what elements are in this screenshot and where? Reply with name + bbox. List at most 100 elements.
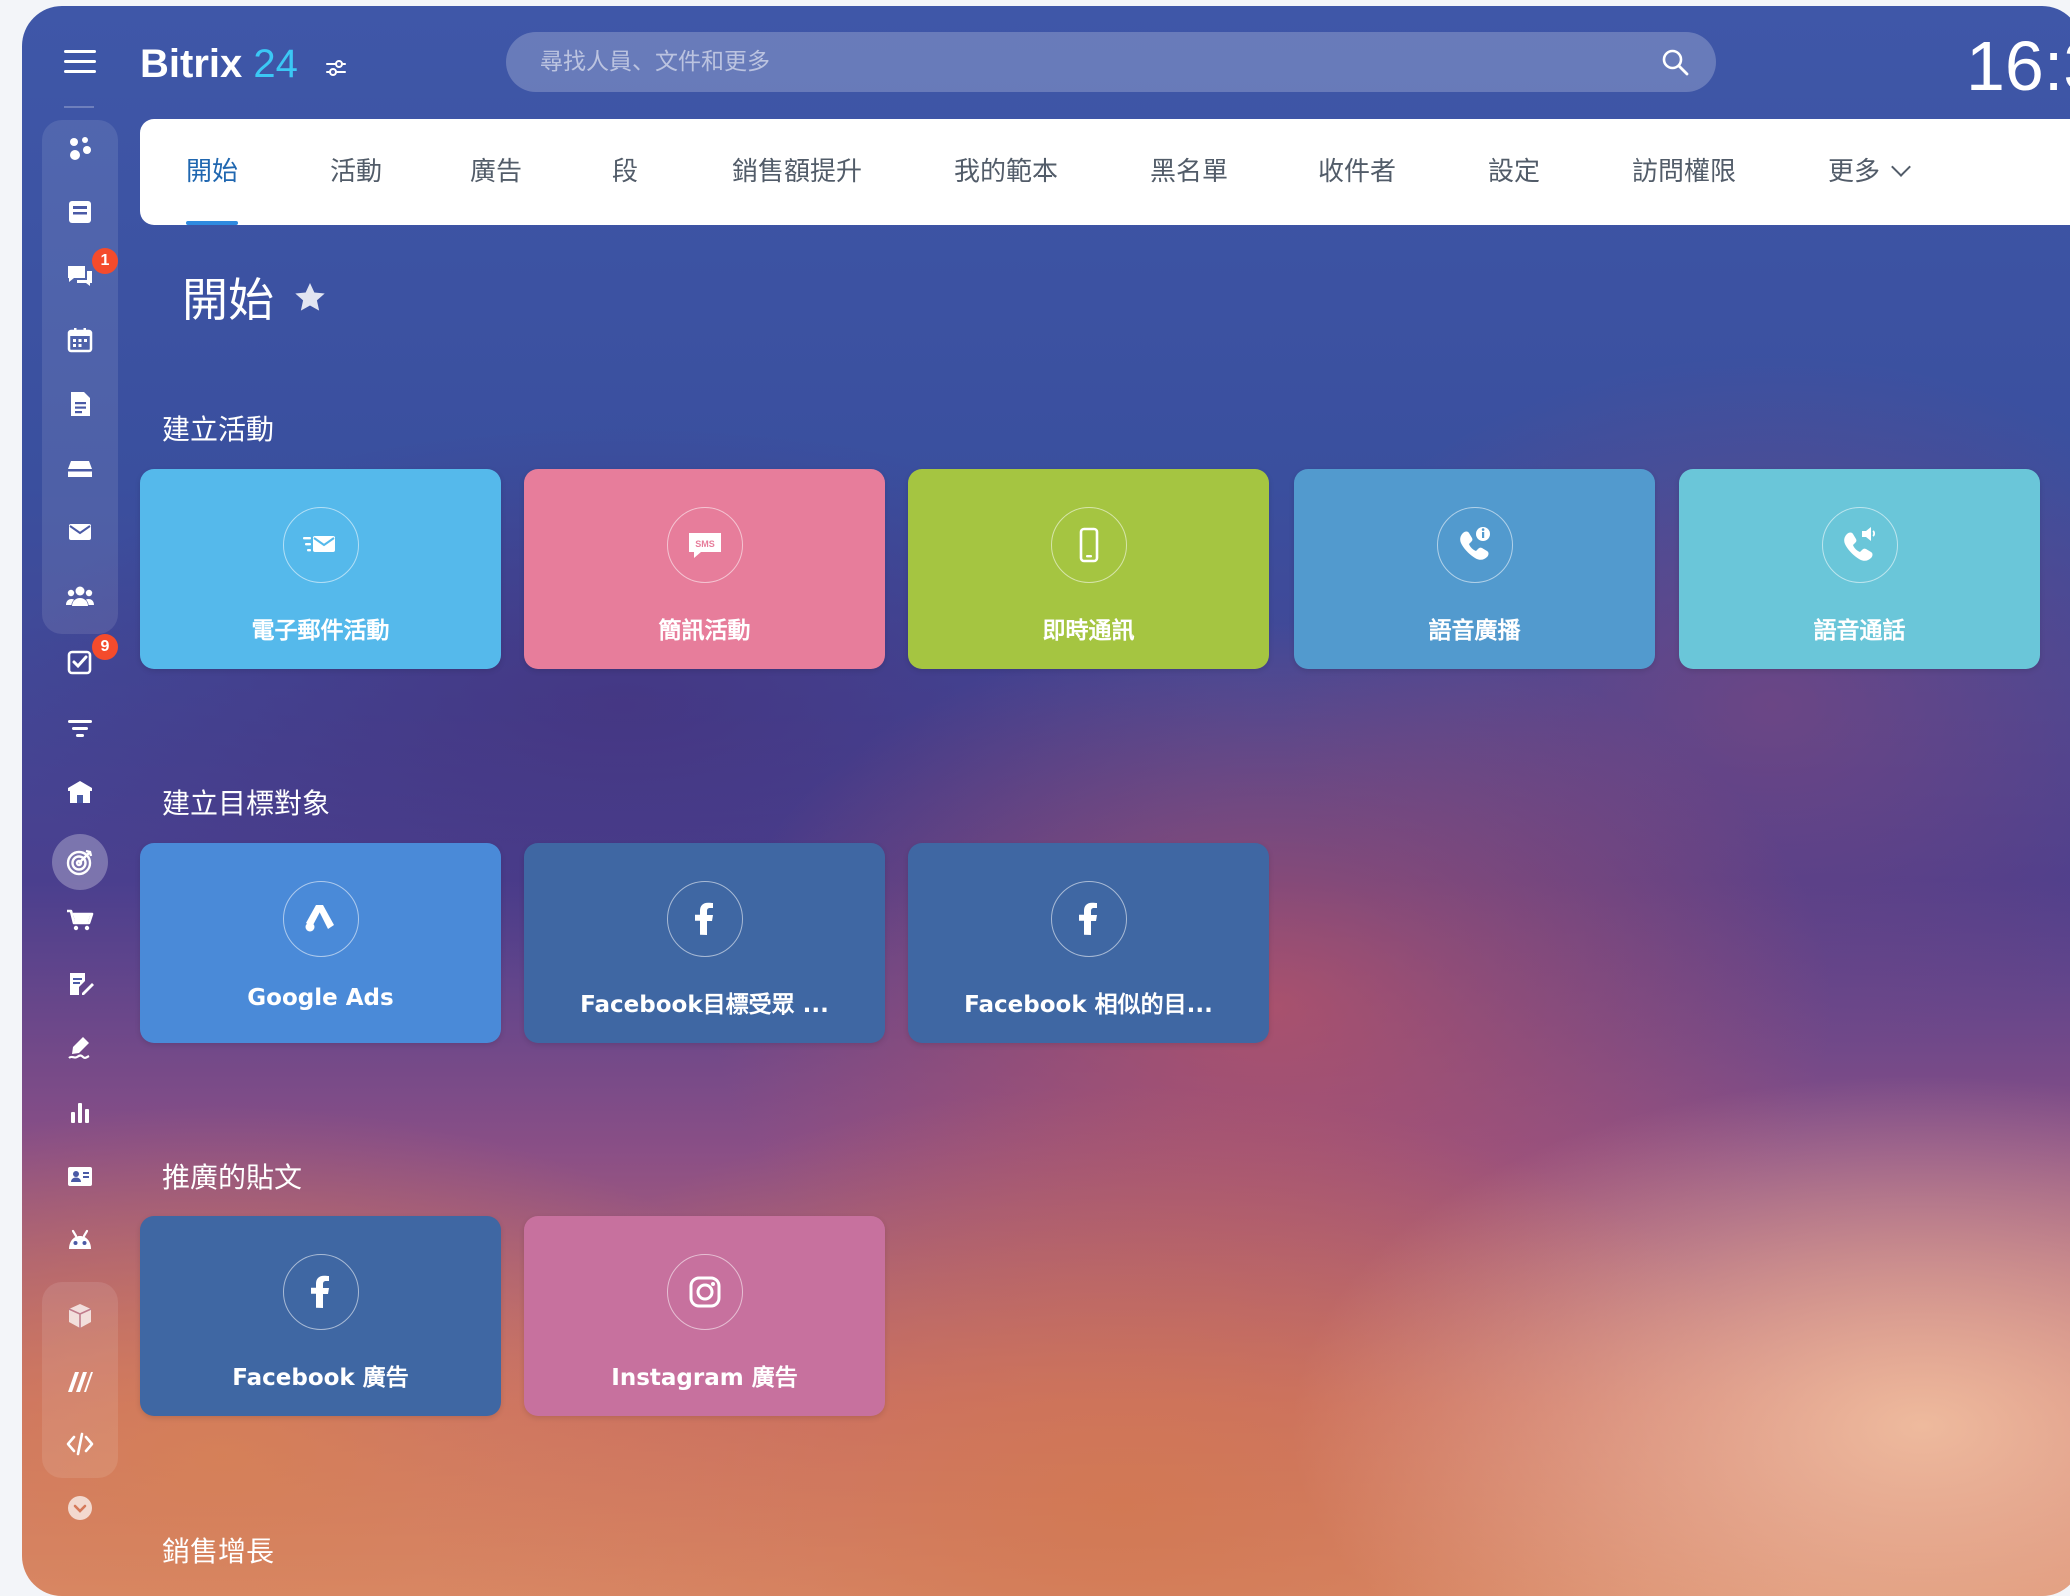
analytics-icon [71, 1103, 89, 1123]
voice-broadcast-icon [1437, 507, 1513, 583]
sms-icon: SMS [667, 507, 743, 583]
section-title-promoted-posts: 推廣的貼文 [162, 1161, 303, 1194]
sidebar-item-documents[interactable] [60, 384, 100, 424]
tab-my-templates[interactable]: 我的範本 [954, 119, 1058, 225]
calendar-icon [67, 328, 93, 353]
sites-icon [68, 1372, 93, 1392]
expand-more-icon [68, 1496, 92, 1520]
svg-text:SMS: SMS [695, 539, 715, 549]
sidebar-item-expand[interactable] [60, 1488, 100, 1528]
tab-settings[interactable]: 設定 [1488, 119, 1540, 225]
tile-label: 語音通話 [1813, 618, 1906, 644]
mail-icon [69, 524, 91, 540]
sidebar-item-calendar[interactable] [60, 320, 100, 360]
search-icon[interactable] [1660, 47, 1690, 77]
collab-icon [69, 201, 91, 223]
sidebar-divider [64, 106, 94, 108]
section-title-sales-growth: 銷售增長 [162, 1535, 275, 1568]
robot-icon [69, 1229, 91, 1249]
marketing-target-icon [66, 849, 93, 876]
instagram-icon [667, 1254, 743, 1330]
page-title: 開始 [182, 273, 274, 327]
tile-label: Facebook目標受眾 ... [580, 992, 829, 1018]
sidebar-item-market[interactable] [60, 1296, 100, 1336]
tile-label: Facebook 廣告 [232, 1365, 409, 1391]
sidebar-item-robots[interactable] [60, 1220, 100, 1260]
tab-sales-boost[interactable]: 銷售額提升 [732, 119, 862, 225]
menu-icon[interactable] [64, 50, 96, 76]
tab-segments[interactable]: 段 [612, 119, 638, 225]
email-campaign-icon [283, 507, 359, 583]
tab-campaigns[interactable]: 活動 [330, 119, 382, 225]
tile-email-campaign[interactable]: 電子郵件活動 [140, 469, 501, 669]
sign-icon [68, 1037, 90, 1059]
facebook-icon [283, 1254, 359, 1330]
sidebar-item-edit[interactable] [60, 964, 100, 1004]
shop-cart-icon [67, 909, 94, 931]
sidebar-item-mail[interactable] [60, 512, 100, 552]
tile-label: 即時通訊 [1042, 618, 1135, 644]
facebook-icon [1051, 881, 1127, 957]
search-input[interactable] [506, 32, 1660, 92]
market-box-icon [68, 1304, 92, 1328]
facebook-icon [667, 881, 743, 957]
sidebar-item-messenger[interactable]: 1 [60, 248, 118, 296]
edit-doc-icon [70, 973, 94, 995]
workgroups-icon [66, 586, 94, 606]
sidebar-item-collab[interactable] [60, 192, 100, 232]
logo-text: Bitrix [140, 42, 243, 86]
messenger-badge: 1 [92, 248, 118, 274]
logo[interactable]: Bitrix 24 [140, 42, 298, 87]
tab-more[interactable]: 更多 [1828, 119, 1911, 225]
search-bar [506, 32, 1716, 92]
tab-access-rights[interactable]: 訪問權限 [1632, 119, 1736, 225]
tab-blacklist[interactable]: 黑名單 [1150, 119, 1228, 225]
contact-card-icon [68, 1167, 92, 1186]
sidebar-item-developer[interactable] [60, 1424, 100, 1464]
tab-ads[interactable]: 廣告 [470, 119, 522, 225]
tile-voice-broadcast[interactable]: 語音廣播 [1294, 469, 1655, 669]
crm-funnel-icon [68, 720, 92, 737]
section-title-create-campaign: 建立活動 [162, 413, 275, 446]
messenger-icon [68, 266, 92, 286]
tile-label: 簡訊活動 [658, 618, 751, 644]
settings-sliders-icon[interactable] [324, 56, 348, 80]
tile-sms-campaign[interactable]: SMS 簡訊活動 [524, 469, 885, 669]
sidebar-item-workgroups[interactable] [60, 576, 100, 616]
sidebar-item-sites[interactable] [60, 1362, 100, 1402]
sidebar-item-contacts[interactable] [60, 1156, 100, 1196]
tab-start[interactable]: 開始 [186, 119, 239, 225]
tile-instant-messaging[interactable]: 即時通訊 [908, 469, 1269, 669]
sidebar-item-analytics[interactable] [60, 1092, 100, 1132]
tab-recipients[interactable]: 收件者 [1318, 119, 1396, 225]
clock: 16:3 [1966, 27, 2070, 105]
tile-google-ads[interactable]: Google Ads [140, 843, 501, 1043]
sidebar-item-store[interactable] [60, 772, 100, 812]
documents-icon [71, 392, 90, 416]
sidebar-item-tasks[interactable]: 9 [60, 634, 118, 682]
tile-facebook-audience[interactable]: Facebook目標受眾 ... [524, 843, 885, 1043]
app-window: Bitrix 24 16:3 1 9 [22, 6, 2070, 1596]
sidebar-item-feed[interactable] [60, 128, 100, 168]
mobile-phone-icon [1051, 507, 1127, 583]
section-title-create-audience: 建立目標對象 [162, 787, 331, 820]
tile-label: 電子郵件活動 [251, 618, 390, 644]
star-icon[interactable] [292, 280, 328, 316]
tile-label: 語音廣播 [1428, 618, 1521, 644]
sidebar-item-marketing[interactable] [52, 834, 108, 890]
tile-voice-call[interactable]: 語音通話 [1679, 469, 2040, 669]
store-icon [68, 781, 92, 803]
sidebar-item-shop[interactable] [60, 900, 100, 940]
sidebar-item-crm[interactable] [60, 708, 100, 748]
tile-facebook-ads[interactable]: Facebook 廣告 [140, 1216, 501, 1416]
tile-label: Instagram 廣告 [611, 1365, 798, 1391]
tab-bar: 開始 活動 廣告 段 銷售額提升 我的範本 黑名單 收件者 設定 訪問權限 更多 [140, 119, 2070, 225]
tile-label: Facebook 相似的目... [964, 992, 1213, 1018]
tile-label: Google Ads [247, 985, 394, 1011]
drive-icon [68, 461, 92, 477]
tile-facebook-lookalike[interactable]: Facebook 相似的目... [908, 843, 1269, 1043]
voice-call-icon [1822, 507, 1898, 583]
tile-instagram-ads[interactable]: Instagram 廣告 [524, 1216, 885, 1416]
sidebar-item-drive[interactable] [60, 448, 100, 488]
sidebar-item-sign[interactable] [60, 1028, 100, 1068]
